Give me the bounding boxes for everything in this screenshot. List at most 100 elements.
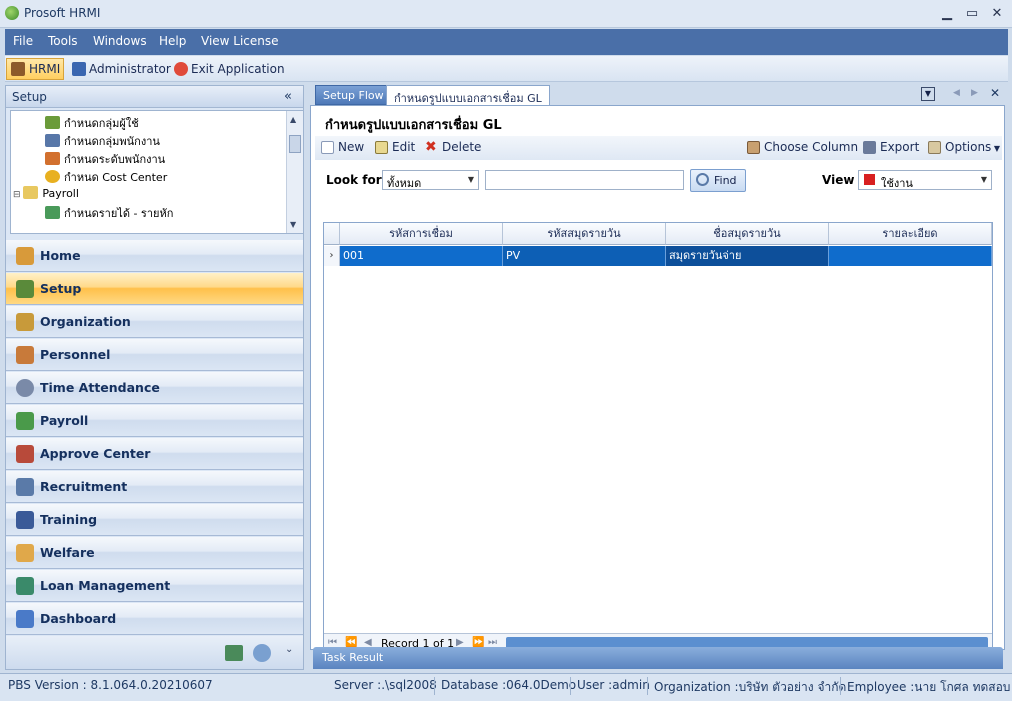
close-tab-icon[interactable]: ✕ bbox=[990, 86, 1000, 100]
edit-label: Edit bbox=[392, 140, 416, 154]
choose-column-button[interactable]: Choose Column bbox=[747, 140, 858, 154]
nav-personnel[interactable]: Personnel bbox=[6, 339, 303, 371]
status-database: Database :064.0Demo bbox=[441, 678, 577, 692]
administrator-label: Administrator bbox=[89, 62, 171, 76]
delete-button[interactable]: ✖ Delete bbox=[425, 140, 481, 154]
options-label: Options bbox=[945, 140, 992, 154]
tree-item-label: กำหนดกลุ่มพนักงาน bbox=[64, 135, 160, 148]
nav-welfare[interactable]: Welfare bbox=[6, 537, 303, 569]
column-header[interactable]: รหัสการเชื่อม bbox=[340, 223, 503, 245]
user-settings-icon[interactable] bbox=[253, 644, 271, 662]
tab-list-icon[interactable]: ▼ bbox=[921, 87, 935, 101]
nav-time-attendance[interactable]: Time Attendance bbox=[6, 372, 303, 404]
scroll-up-icon[interactable]: ▲ bbox=[290, 115, 296, 124]
nav-loan-management[interactable]: Loan Management bbox=[6, 570, 303, 602]
status-bar: PBS Version : 8.1.064.0.20210607 Server … bbox=[0, 673, 1012, 701]
tab-setup-flow[interactable]: Setup Flow bbox=[315, 85, 392, 105]
tree-item-label: กำหนดกลุ่มผู้ใช้ bbox=[64, 117, 139, 130]
training-icon bbox=[16, 511, 34, 529]
tab-next-icon[interactable]: ▶ bbox=[971, 88, 978, 98]
table-cell[interactable]: PV bbox=[503, 246, 666, 266]
new-label: New bbox=[338, 140, 365, 154]
users-icon bbox=[45, 116, 60, 129]
status-separator bbox=[840, 677, 841, 695]
nav-dashboard[interactable]: Dashboard bbox=[6, 603, 303, 635]
collapse-panel-icon[interactable]: « bbox=[284, 89, 292, 104]
action-bar: New Edit ✖ Delete Choose Column Export Op… bbox=[315, 136, 1002, 160]
status-separator bbox=[647, 677, 648, 695]
chart-icon[interactable] bbox=[225, 645, 243, 661]
hrmi-button[interactable]: HRMI bbox=[6, 58, 64, 80]
administrator-button[interactable]: Administrator bbox=[71, 60, 171, 80]
close-icon[interactable]: ✕ bbox=[986, 4, 1008, 24]
nav-home[interactable]: Home bbox=[6, 240, 303, 272]
nav-training[interactable]: Training bbox=[6, 504, 303, 536]
column-header[interactable]: ชื่อสมุดรายวัน bbox=[666, 223, 829, 245]
app-icon bbox=[5, 6, 19, 20]
status-employee: Employee :นาย โกศล ทดสอบ bbox=[847, 680, 1011, 694]
look-for-select[interactable]: ทั้งหมด ▼ bbox=[382, 170, 479, 190]
menu-tools[interactable]: Tools bbox=[48, 34, 78, 48]
menu-windows[interactable]: Windows bbox=[93, 34, 147, 48]
edit-icon bbox=[375, 141, 388, 154]
nav-overflow-bar: ⌄ bbox=[6, 636, 303, 669]
tree-item-user-group[interactable]: กำหนดกลุ่มผู้ใช้ bbox=[45, 114, 139, 132]
view-select[interactable]: ใช้งาน ▼ bbox=[858, 170, 992, 190]
search-input[interactable] bbox=[485, 170, 684, 190]
menu-help[interactable]: Help bbox=[159, 34, 186, 48]
nav-label: Welfare bbox=[40, 545, 95, 560]
menu-view-license[interactable]: View License bbox=[201, 34, 279, 48]
new-button[interactable]: New bbox=[321, 140, 364, 154]
column-header[interactable]: รายละเอียด bbox=[829, 223, 992, 245]
tab-gl-document-format[interactable]: กำหนดรูปแบบเอกสารเชื่อม GL bbox=[386, 85, 550, 105]
scroll-down-icon[interactable]: ▼ bbox=[290, 220, 296, 229]
loan-icon bbox=[16, 577, 34, 595]
admin-icon bbox=[72, 62, 86, 76]
menu-file[interactable]: File bbox=[13, 34, 33, 48]
nav-label: Organization bbox=[40, 314, 131, 329]
nav-organization[interactable]: Organization bbox=[6, 306, 303, 338]
table-cell[interactable] bbox=[829, 246, 992, 266]
exit-icon bbox=[174, 62, 188, 76]
tree-item-employee-level[interactable]: กำหนดระดับพนักงาน bbox=[45, 150, 165, 168]
data-grid[interactable]: รหัสการเชื่อม รหัสสมุดรายวัน ชื่อสมุดราย… bbox=[323, 222, 993, 654]
tree-scrollbar[interactable]: ▲ ▼ bbox=[286, 111, 303, 233]
table-cell[interactable]: 001 bbox=[340, 246, 503, 266]
approve-icon bbox=[16, 445, 34, 463]
export-button[interactable]: Export bbox=[863, 140, 919, 154]
nav-recruitment[interactable]: Recruitment bbox=[6, 471, 303, 503]
tree-item-cost-center[interactable]: กำหนด Cost Center bbox=[45, 168, 167, 186]
search-icon bbox=[696, 173, 709, 186]
chevron-down-icon[interactable]: ⌄ bbox=[285, 644, 293, 655]
find-button[interactable]: Find bbox=[690, 169, 746, 192]
nav-setup[interactable]: Setup bbox=[6, 273, 303, 305]
table-cell[interactable]: สมุดรายวันจ่าย bbox=[666, 246, 829, 266]
new-document-icon bbox=[321, 141, 334, 154]
options-button[interactable]: Options ▼ bbox=[928, 140, 1000, 154]
tree-item-employee-group[interactable]: กำหนดกลุ่มพนักงาน bbox=[45, 132, 160, 150]
people-icon bbox=[11, 62, 25, 76]
scroll-thumb[interactable] bbox=[289, 135, 301, 153]
exit-application-button[interactable]: Exit Application bbox=[173, 60, 285, 80]
export-label: Export bbox=[880, 140, 920, 154]
task-result-panel[interactable]: Task Result bbox=[313, 647, 1003, 669]
nav-label: Training bbox=[40, 512, 98, 527]
maximize-icon[interactable]: ▭ bbox=[961, 4, 983, 24]
nav-label: Approve Center bbox=[40, 446, 151, 461]
delete-icon: ✖ bbox=[425, 139, 437, 155]
edit-button[interactable]: Edit bbox=[375, 140, 415, 154]
form-title: กำหนดรูปแบบเอกสารเชื่อม GL bbox=[325, 118, 502, 133]
setup-tree[interactable]: กำหนดกลุ่มผู้ใช้ กำหนดกลุ่มพนักงาน กำหนด… bbox=[10, 110, 304, 234]
row-indicator-icon[interactable]: › bbox=[324, 246, 340, 266]
tab-prev-icon[interactable]: ◀ bbox=[953, 88, 960, 98]
tree-node-payroll[interactable]: ⊟ Payroll bbox=[13, 186, 79, 200]
nav-payroll[interactable]: Payroll bbox=[6, 405, 303, 437]
tree-item-income-deduction[interactable]: กำหนดรายได้ - รายหัก bbox=[45, 204, 173, 222]
minimize-icon[interactable]: ▁ bbox=[936, 4, 958, 24]
nav-label: Payroll bbox=[40, 413, 89, 428]
home-icon bbox=[16, 247, 34, 265]
nav-approve-center[interactable]: Approve Center bbox=[6, 438, 303, 470]
column-header[interactable]: รหัสสมุดรายวัน bbox=[503, 223, 666, 245]
nav-label: Personnel bbox=[40, 347, 111, 362]
status-separator bbox=[434, 677, 435, 695]
